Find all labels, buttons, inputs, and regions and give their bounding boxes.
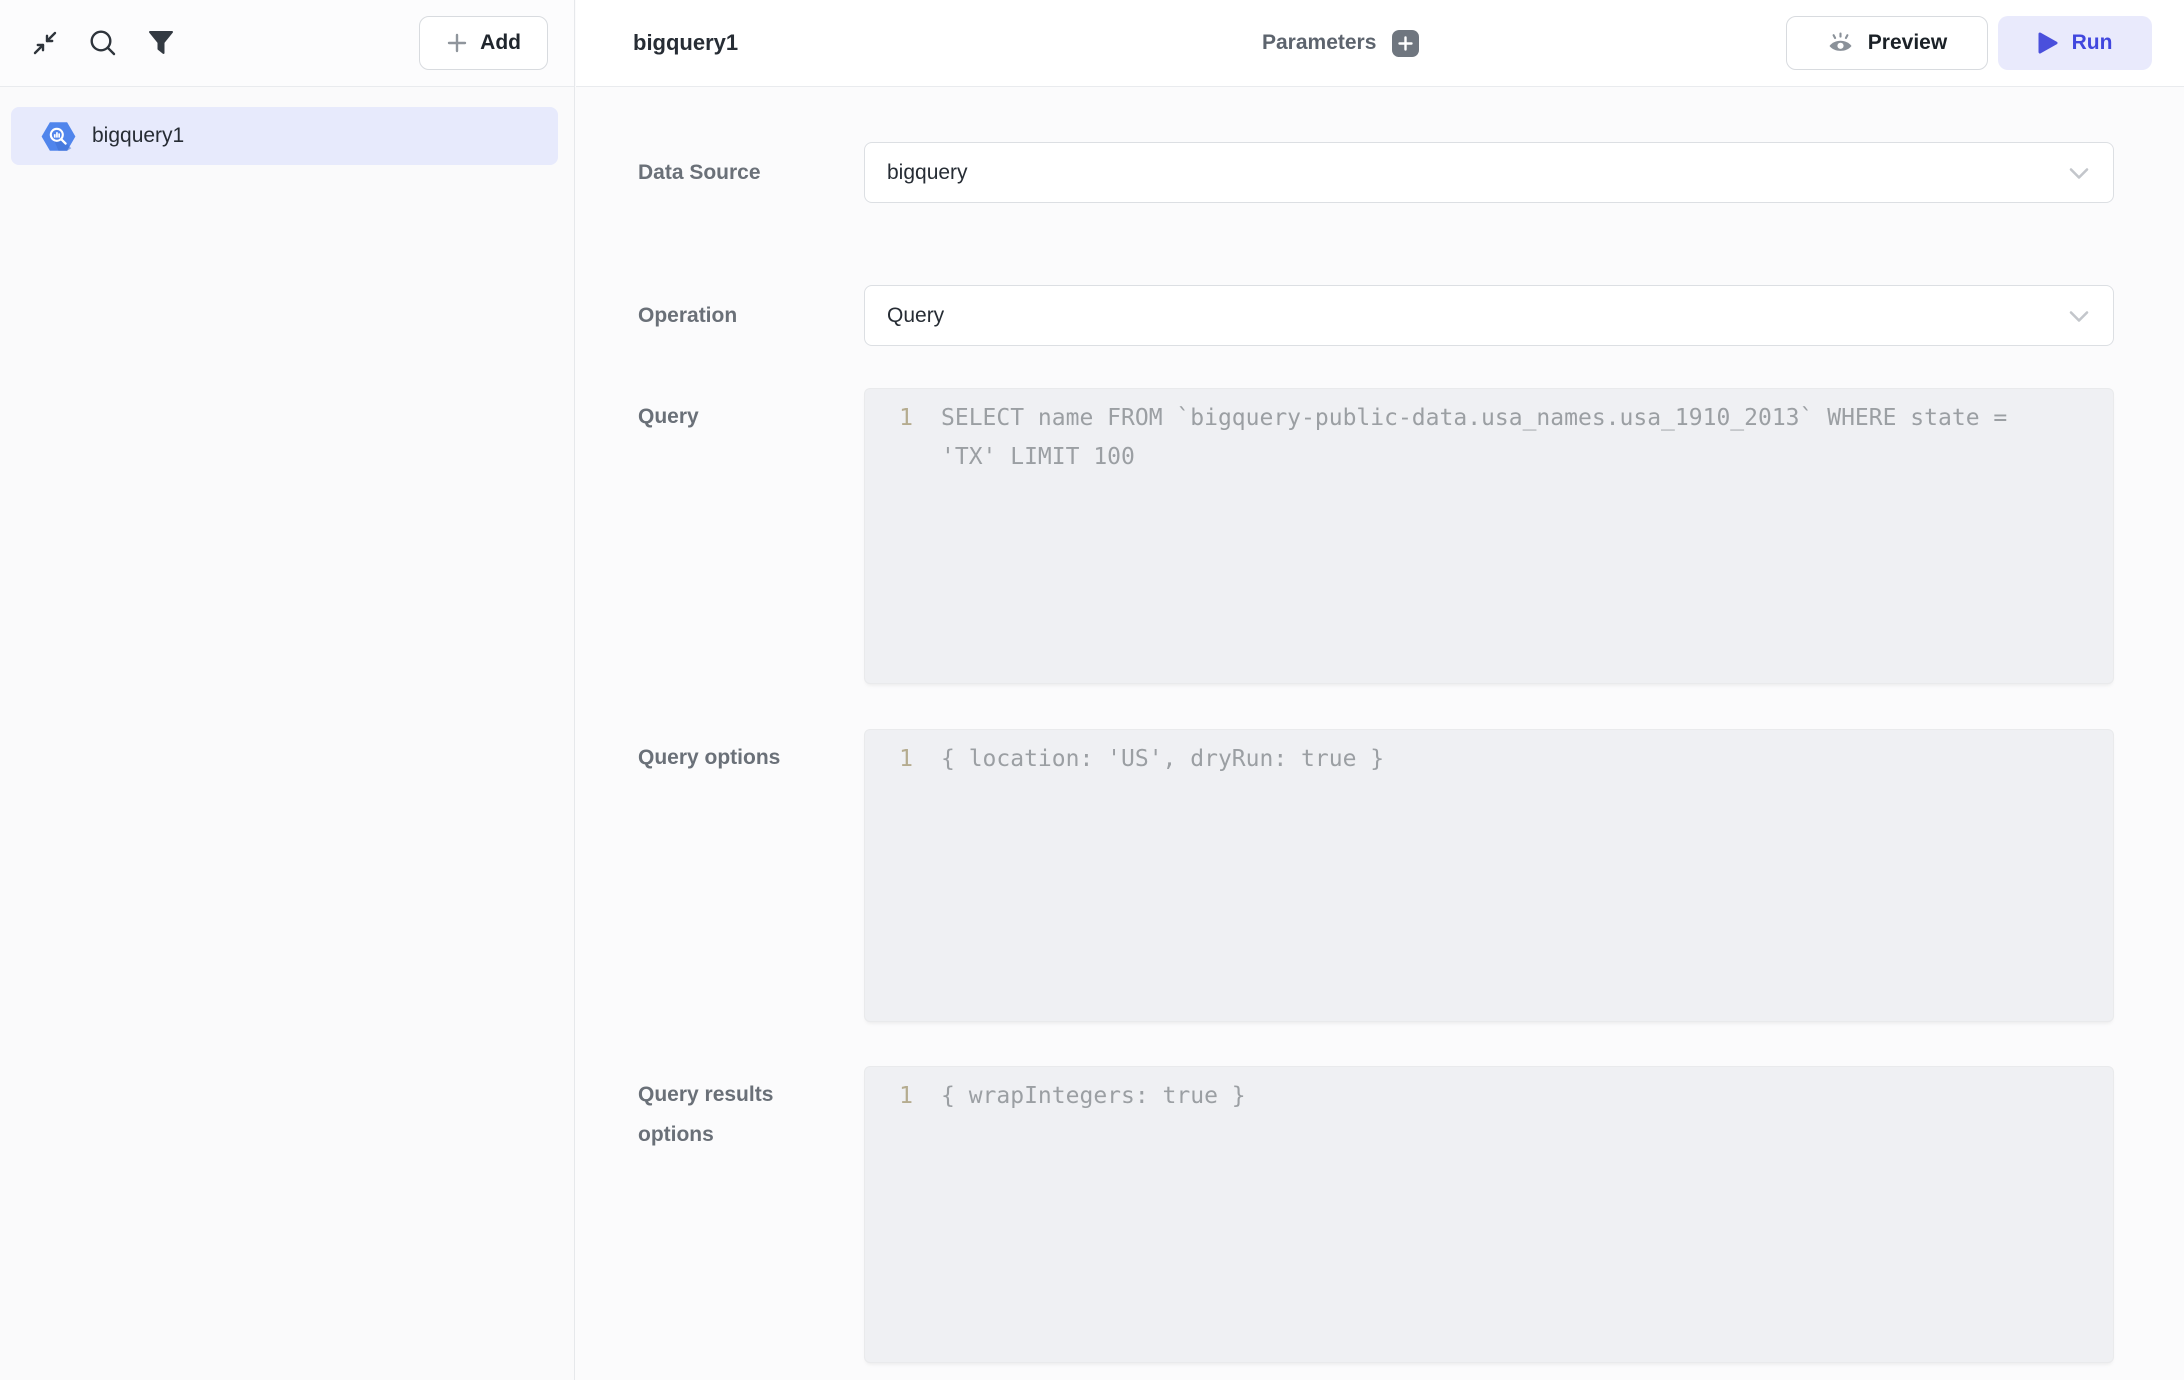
query-form: Data Source bigquery Operation Query xyxy=(576,87,2184,1380)
query-options-row: Query options 1 { location: 'US', dryRun… xyxy=(638,729,2184,1022)
operation-row: Operation Query xyxy=(638,285,2184,346)
plus-icon xyxy=(1398,36,1413,51)
query-results-options-row: Query results options 1 { wrapIntegers: … xyxy=(638,1066,2184,1363)
query-options-placeholder: { location: 'US', dryRun: true } xyxy=(941,740,2041,779)
collapse-arrows-icon xyxy=(30,28,60,58)
add-parameter-button[interactable] xyxy=(1392,30,1419,57)
run-button-label: Run xyxy=(2072,31,2113,55)
query-list-item[interactable]: bigquery1 xyxy=(11,107,558,165)
query-results-options-label: Query results options xyxy=(638,1066,864,1363)
header-actions: Preview Run xyxy=(1786,16,2152,70)
operation-value: Query xyxy=(887,304,944,328)
query-results-options-placeholder: { wrapIntegers: true } xyxy=(941,1077,2041,1116)
sidebar-toolbar: Add xyxy=(0,0,574,87)
search-button[interactable] xyxy=(84,24,122,62)
data-source-select[interactable]: bigquery xyxy=(864,142,2114,203)
play-icon xyxy=(2038,32,2058,54)
line-number: 1 xyxy=(865,740,913,779)
parameters-group: Parameters xyxy=(1262,0,1419,86)
preview-button-label: Preview xyxy=(1868,31,1947,55)
data-source-value: bigquery xyxy=(887,161,968,185)
query-sidebar: Add bigquery1 xyxy=(0,0,575,1380)
query-options-label: Query options xyxy=(638,729,864,1022)
bigquery-hexagon-icon xyxy=(41,121,76,152)
page-title: bigquery1 xyxy=(633,30,738,56)
search-icon xyxy=(88,28,118,58)
query-label: Query xyxy=(638,388,864,684)
query-row: Query 1 SELECT name FROM `bigquery-publi… xyxy=(638,388,2184,684)
preview-button[interactable]: Preview xyxy=(1786,16,1988,70)
add-button-label: Add xyxy=(480,31,521,55)
chevron-down-icon xyxy=(2067,161,2091,185)
eye-icon xyxy=(1827,30,1854,57)
query-editor-panel: bigquery1 Parameters xyxy=(576,0,2184,1380)
add-query-button[interactable]: Add xyxy=(419,16,548,70)
data-source-label: Data Source xyxy=(638,160,864,186)
collapse-panel-button[interactable] xyxy=(26,24,64,62)
run-button[interactable]: Run xyxy=(1998,16,2152,70)
query-code-editor[interactable]: 1 SELECT name FROM `bigquery-public-data… xyxy=(864,388,2114,684)
query-list: bigquery1 xyxy=(0,87,574,165)
filter-funnel-icon xyxy=(148,30,174,56)
chevron-down-icon xyxy=(2067,304,2091,328)
data-source-row: Data Source bigquery xyxy=(638,142,2184,203)
query-item-label: bigquery1 xyxy=(92,124,184,148)
filter-button[interactable] xyxy=(142,24,180,62)
query-results-options-code-editor[interactable]: 1 { wrapIntegers: true } xyxy=(864,1066,2114,1363)
line-number: 1 xyxy=(865,1077,913,1116)
operation-label: Operation xyxy=(638,303,864,329)
query-options-code-editor[interactable]: 1 { location: 'US', dryRun: true } xyxy=(864,729,2114,1022)
line-number: 1 xyxy=(865,399,913,477)
plus-icon xyxy=(446,32,468,54)
query-editor-header: bigquery1 Parameters xyxy=(576,0,2184,87)
query-placeholder: SELECT name FROM `bigquery-public-data.u… xyxy=(941,399,2041,477)
parameters-label: Parameters xyxy=(1262,31,1376,55)
operation-select[interactable]: Query xyxy=(864,285,2114,346)
